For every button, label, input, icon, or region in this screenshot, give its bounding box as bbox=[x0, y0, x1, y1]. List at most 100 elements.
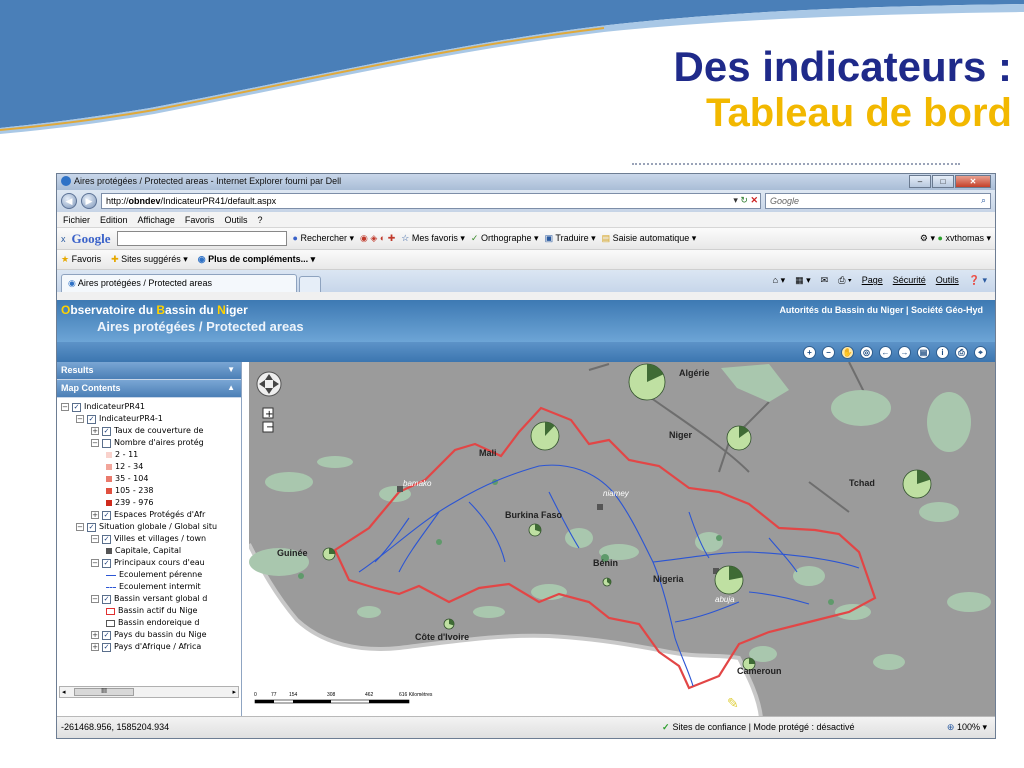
menu-favoris[interactable]: Favoris bbox=[185, 215, 215, 225]
scroll-right-icon[interactable]: ▸ bbox=[232, 688, 236, 696]
page-menu[interactable]: Page bbox=[862, 275, 883, 286]
print-icon[interactable]: ⎙ ▾ bbox=[838, 275, 851, 286]
tools-menu[interactable]: Outils bbox=[936, 275, 959, 286]
expand-icon[interactable]: + bbox=[91, 511, 99, 519]
minimize-button[interactable]: – bbox=[909, 175, 931, 188]
feeds-icon[interactable]: ▦ ▾ bbox=[795, 275, 811, 286]
spelling-button[interactable]: ✓ Orthographe ▾ bbox=[471, 233, 539, 244]
translate-button[interactable]: ▣ Traduire ▾ bbox=[545, 233, 596, 244]
chevron-down-icon[interactable]: ▼ bbox=[227, 365, 235, 374]
identify-icon[interactable]: i bbox=[936, 345, 949, 359]
layer-checkbox[interactable]: ✓ bbox=[102, 594, 111, 604]
pan-control[interactable] bbox=[256, 371, 282, 397]
expand-icon[interactable]: + bbox=[91, 631, 99, 639]
layer-checkbox[interactable]: ✓ bbox=[102, 510, 111, 520]
menu-fichier[interactable]: Fichier bbox=[63, 215, 90, 225]
zoom-slider[interactable]: + − bbox=[262, 407, 274, 433]
expand-icon[interactable]: + bbox=[91, 427, 99, 435]
mail-icon[interactable]: ✉ bbox=[821, 275, 829, 286]
expand-icon[interactable]: + bbox=[91, 643, 99, 651]
maximize-button[interactable]: □ bbox=[932, 175, 954, 188]
toc-item[interactable]: − ✓ Bassin versant global d bbox=[57, 593, 241, 605]
toc-item[interactable]: Bassin actif du Nige bbox=[57, 605, 241, 617]
collapse-icon[interactable]: − bbox=[76, 523, 84, 531]
more-addons-button[interactable]: ◉ Plus de compléments... ▾ bbox=[198, 254, 315, 265]
forward-extent-icon[interactable]: → bbox=[898, 345, 911, 359]
measure-icon[interactable]: ⌖ bbox=[974, 345, 987, 359]
toolbar-icons[interactable]: ◉ ◈ ◐ ✚ bbox=[360, 233, 395, 244]
collapse-icon[interactable]: − bbox=[91, 535, 99, 543]
google-search-button[interactable]: ● Rechercher ▾ bbox=[293, 233, 355, 244]
header-links[interactable]: Autorités du Bassin du Niger | Société G… bbox=[779, 305, 983, 315]
menu-edition[interactable]: Edition bbox=[100, 215, 128, 225]
bookmark-icon[interactable]: ▤ bbox=[917, 345, 930, 359]
layer-checkbox[interactable]: ✓ bbox=[102, 642, 111, 652]
new-tab-button[interactable] bbox=[299, 276, 321, 292]
scroll-thumb[interactable]: III bbox=[74, 688, 134, 696]
layer-checkbox[interactable]: ✓ bbox=[87, 522, 96, 532]
tab-protected-areas[interactable]: ◉ Aires protégées / Protected areas bbox=[61, 274, 297, 292]
suggested-sites-button[interactable]: ✚ Sites suggérés ▾ bbox=[111, 254, 188, 265]
pan-hand-icon[interactable]: ✋ bbox=[841, 345, 854, 359]
map-view[interactable]: Algérie Mali Niger Tchad Burkina Faso Gu… bbox=[249, 362, 996, 718]
layer-checkbox[interactable]: ✓ bbox=[87, 414, 96, 424]
toc-item[interactable]: 239 - 976 bbox=[57, 497, 241, 509]
layer-checkbox[interactable]: ✓ bbox=[72, 402, 81, 412]
scroll-left-icon[interactable]: ◂ bbox=[62, 688, 66, 696]
address-bar[interactable]: http://obndev/IndicateurPR41/default.asp… bbox=[101, 193, 761, 209]
toc-item[interactable]: − Nombre d'aires protég bbox=[57, 437, 241, 449]
account-menu[interactable]: ⚙ ▾ ● xvthomas ▾ bbox=[920, 233, 991, 244]
toc-item[interactable]: Ecoulement pérenne bbox=[57, 569, 241, 581]
back-extent-icon[interactable]: ← bbox=[879, 345, 892, 359]
forward-button[interactable]: ▶ bbox=[81, 193, 97, 209]
security-menu[interactable]: Sécurité bbox=[893, 275, 926, 286]
autofill-button[interactable]: ▤ Saisie automatique ▾ bbox=[602, 233, 697, 244]
security-zone[interactable]: ✓ Sites de confiance | Mode protégé : dés… bbox=[662, 722, 855, 733]
layer-checkbox[interactable] bbox=[102, 438, 111, 448]
zoom-level[interactable]: ⊕ 100% ▾ bbox=[947, 722, 987, 733]
menu-help[interactable]: ? bbox=[257, 215, 262, 225]
layer-checkbox[interactable]: ✓ bbox=[102, 630, 111, 640]
layer-checkbox[interactable]: ✓ bbox=[102, 534, 111, 544]
toc-item[interactable]: Bassin endoreique d bbox=[57, 617, 241, 629]
toc-item[interactable]: + ✓ Pays du bassin du Nige bbox=[57, 629, 241, 641]
close-button[interactable]: ✕ bbox=[955, 175, 991, 188]
google-toolbar-close[interactable]: x bbox=[61, 234, 66, 244]
layer-checkbox[interactable]: ✓ bbox=[102, 558, 111, 568]
zoom-plus-icon[interactable]: + bbox=[265, 409, 273, 420]
toc-item[interactable]: − ✓ Principaux cours d'eau bbox=[57, 557, 241, 569]
menu-outils[interactable]: Outils bbox=[224, 215, 247, 225]
layer-checkbox[interactable]: ✓ bbox=[102, 426, 111, 436]
address-controls[interactable]: ▾ ↻ ✕ bbox=[733, 195, 758, 206]
map-canvas[interactable]: Algérie Mali Niger Tchad Burkina Faso Gu… bbox=[249, 362, 996, 718]
print-map-icon[interactable]: ⎙ bbox=[955, 345, 968, 359]
toc-item[interactable]: − ✓ IndicateurPR41 bbox=[57, 401, 241, 413]
help-icon[interactable]: ❓ ▾ bbox=[969, 275, 987, 286]
favorites-button[interactable]: ★ Favoris bbox=[61, 254, 101, 265]
menu-affichage[interactable]: Affichage bbox=[138, 215, 175, 225]
zoom-out-icon[interactable]: − bbox=[822, 345, 835, 359]
results-panel-header[interactable]: Results ▼ bbox=[57, 362, 241, 380]
full-extent-icon[interactable]: ◎ bbox=[860, 345, 873, 359]
collapse-icon[interactable]: − bbox=[91, 439, 99, 447]
map-contents-header[interactable]: Map Contents ▲ bbox=[57, 380, 241, 398]
my-favorites-button[interactable]: ☆ Mes favoris ▾ bbox=[401, 233, 465, 244]
toc-item[interactable]: 12 - 34 bbox=[57, 461, 241, 473]
toc-item[interactable]: 105 - 238 bbox=[57, 485, 241, 497]
toc-item[interactable]: 35 - 104 bbox=[57, 473, 241, 485]
toc-item[interactable]: Ecoulement intermit bbox=[57, 581, 241, 593]
collapse-icon[interactable]: − bbox=[76, 415, 84, 423]
toc-item[interactable]: 2 - 11 bbox=[57, 449, 241, 461]
search-icon[interactable]: ⌕ bbox=[981, 195, 986, 206]
toc-item[interactable]: + ✓ Taux de couverture de bbox=[57, 425, 241, 437]
google-toolbar-input[interactable] bbox=[116, 231, 287, 246]
zoom-minus-icon[interactable]: − bbox=[266, 422, 274, 433]
chevron-up-icon[interactable]: ▲ bbox=[227, 383, 235, 392]
toc-item[interactable]: + ✓ Pays d'Afrique / Africa bbox=[57, 641, 241, 653]
zoom-in-icon[interactable]: + bbox=[803, 345, 816, 359]
collapse-icon[interactable]: − bbox=[91, 559, 99, 567]
toc-horizontal-scrollbar[interactable]: ◂ III ▸ bbox=[59, 686, 239, 698]
toc-item[interactable]: − ✓ Situation globale / Global situ bbox=[57, 521, 241, 533]
back-button[interactable]: ◀ bbox=[61, 193, 77, 209]
collapse-icon[interactable]: − bbox=[91, 595, 99, 603]
